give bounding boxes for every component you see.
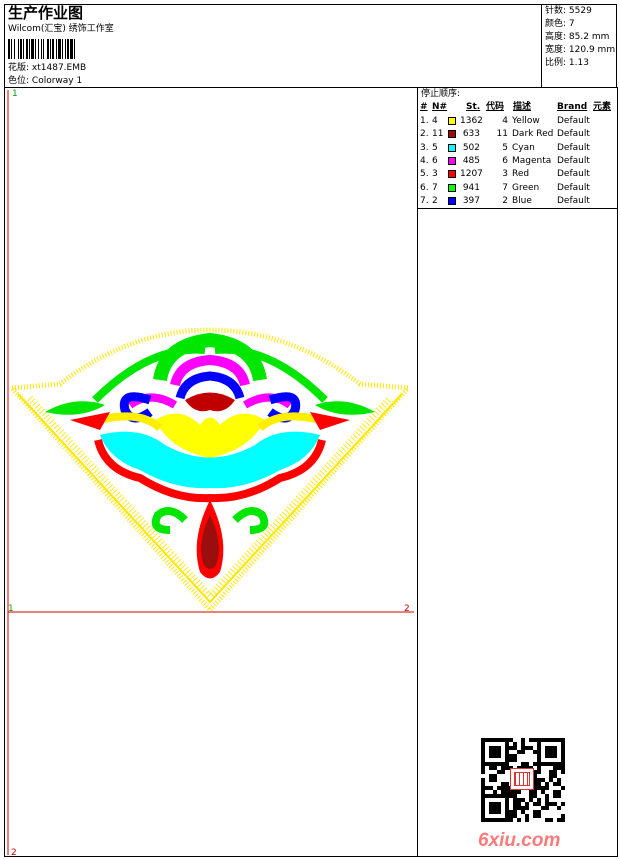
legend-title: 停止顺序: xyxy=(421,89,461,99)
legend-cell-seq: 6. xyxy=(420,182,429,193)
color-swatch xyxy=(448,117,456,125)
legend-cell-code: 4 xyxy=(502,116,508,126)
legend-cell-desc: Green xyxy=(512,182,540,193)
legend-cell-brand: Default xyxy=(557,169,590,180)
legend-cell-desc: Magenta xyxy=(512,155,552,166)
col-num: N# xyxy=(432,102,448,112)
legend-cell-st: 1362 xyxy=(460,116,483,126)
bottom-left-green-scroll xyxy=(151,507,188,534)
marker-mid-left: 1 xyxy=(8,604,14,614)
legend-cell-num: 4 xyxy=(432,116,438,126)
legend-cell-desc: Blue xyxy=(512,195,532,206)
marker-bottom-left: 2 xyxy=(11,848,17,858)
right-red-point xyxy=(310,412,350,430)
col-desc: 描述 xyxy=(513,102,532,112)
color-swatch xyxy=(448,183,456,192)
legend-cell-st: 485 xyxy=(462,155,480,166)
left-green-leaf xyxy=(45,401,105,415)
legend-cell-num: 7 xyxy=(432,182,438,193)
legend-cell-st: 633 xyxy=(462,129,480,140)
legend-cell-desc: Red xyxy=(512,169,530,180)
legend-cell-code: 7 xyxy=(502,182,508,193)
legend-cell-num: 6 xyxy=(432,155,438,166)
col-st: St. xyxy=(466,102,481,112)
legend-cell-brand: Default xyxy=(557,129,590,140)
center-dark-red xyxy=(185,392,235,412)
legend-cell-seq: 3. xyxy=(420,142,429,153)
color-swatch xyxy=(448,143,456,152)
legend-cell-st: 1207 xyxy=(460,169,483,180)
legend-cell-code: 6 xyxy=(502,155,508,166)
color-swatch xyxy=(448,196,456,205)
legend-cell-brand: Default xyxy=(557,155,590,166)
col-element: 元素 xyxy=(593,102,612,112)
legend-cell-st: 397 xyxy=(462,195,480,206)
legend-cell-desc: Yellow xyxy=(512,116,540,126)
col-seq: # xyxy=(420,102,428,112)
legend-cell-seq: 4. xyxy=(420,155,429,166)
legend-cell-brand: Default xyxy=(557,182,590,193)
marker-mid-right: 2 xyxy=(404,604,410,614)
legend-cell-code: 3 xyxy=(502,169,508,180)
site-logo: 6xiu.com xyxy=(478,830,561,851)
legend-cell-seq: 2. xyxy=(420,129,429,140)
legend-cell-brand: Default xyxy=(557,195,590,206)
bottom-right-green-scroll xyxy=(232,507,269,534)
legend-cell-num: 3 xyxy=(432,169,438,180)
legend-cell-seq: 7. xyxy=(420,195,429,206)
legend-cell-desc: Cyan xyxy=(512,142,535,153)
col-brand: Brand xyxy=(557,102,588,112)
legend-cell-num: 5 xyxy=(432,142,438,153)
legend-cell-seq: 5. xyxy=(420,169,429,180)
col-code: 代码 xyxy=(486,102,505,112)
legend-cell-num: 11 xyxy=(432,129,444,140)
color-swatch xyxy=(448,130,456,139)
left-red-point xyxy=(70,412,110,430)
marker-top-left: 1 xyxy=(12,89,18,99)
color-swatch xyxy=(448,156,456,165)
color-swatch xyxy=(448,170,456,179)
legend-cell-brand: Default xyxy=(557,116,590,126)
seal-stamp-icon xyxy=(510,768,534,790)
legend-cell-num: 2 xyxy=(432,195,438,206)
legend-cell-code: 2 xyxy=(502,195,508,206)
legend-cell-code: 5 xyxy=(502,142,508,153)
legend-cell-desc: Dark Red xyxy=(512,129,554,140)
legend-cell-st: 941 xyxy=(462,182,480,193)
legend-cell-seq: 1. xyxy=(420,116,429,126)
legend-cell-brand: Default xyxy=(557,142,590,153)
legend-cell-code: 11 xyxy=(496,129,508,140)
legend-cell-st: 502 xyxy=(462,142,480,153)
right-green-leaf xyxy=(315,401,375,415)
